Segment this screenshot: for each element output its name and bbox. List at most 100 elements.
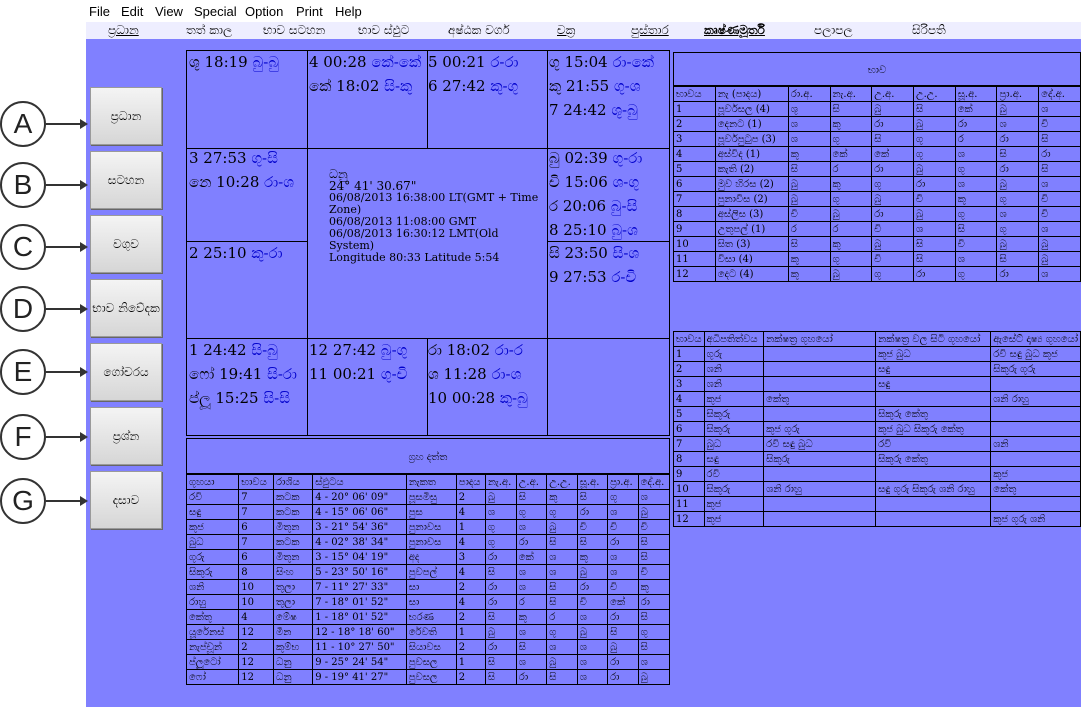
chart-house-1: 4 00:28 කේ-කේ කේ 18:02 සි-කු	[309, 50, 421, 98]
menu-file[interactable]: File	[89, 4, 110, 19]
menu-edit[interactable]: Edit	[121, 4, 143, 19]
table-cell: බුධ	[703, 436, 765, 452]
table-cell: 1	[673, 346, 705, 362]
table-cell: කේතු	[185, 609, 240, 625]
table-cell: 4 - 20° 06' 09"	[312, 489, 407, 505]
table-cell: 2	[673, 361, 705, 377]
callout-a-arrow	[46, 119, 88, 129]
tab-chakra[interactable]: චක්‍ර	[557, 23, 575, 38]
table-cell: රා	[996, 266, 1040, 282]
menu-special[interactable]: Special	[194, 4, 237, 19]
planet-position: ශ 11:28	[428, 365, 492, 383]
table-cell: 1	[455, 624, 486, 640]
table-cell: ර	[787, 221, 831, 237]
table-cell: කුජ	[703, 391, 765, 407]
tab-ashtaka[interactable]: අෂ්ඨක වර්ග	[448, 23, 510, 38]
chart-entry: 8 25:10 බු-ශ	[549, 218, 642, 242]
table-button[interactable]: වගුව	[90, 215, 162, 273]
tab-siripathi[interactable]: සිරිපති	[912, 23, 946, 38]
sub-lord: ගු-සි	[251, 149, 278, 167]
table-cell: පූර්වසල (4)	[714, 101, 789, 117]
table-row: 6 මුව හිරස (2) බු කු ගු රා ශ බු ශ	[673, 176, 1081, 192]
sub-lord: සි-සි	[263, 389, 291, 407]
planet-position: සි 23:50	[549, 244, 613, 262]
main-button[interactable]: ප්‍රධාන	[90, 87, 162, 145]
table-row: සඳු 7 කටක 4 - 15° 06' 06" පුස 4 ශ ගු ගු රා ශ බු	[185, 504, 671, 520]
menu-help[interactable]: Help	[335, 4, 362, 19]
table-cell: දෙනට (1)	[714, 116, 789, 132]
chart-entry: 7 24:42 ශු-බු	[549, 98, 654, 122]
table-cell: සි	[787, 161, 831, 177]
table-row: රවි 7 කටක 4 - 20° 06' 09" පූසමිසු 2 බු සි කු සි ගු…	[185, 489, 671, 505]
callout-f-arrow	[46, 432, 88, 442]
transit-button[interactable]: ගෝචරය	[90, 343, 162, 401]
table-cell: 7	[673, 436, 705, 452]
chart-entry: 4 00:28 කේ-කේ	[309, 50, 421, 74]
planet-position: 7 24:42	[549, 101, 612, 119]
bhava-table-title: භාව	[867, 65, 887, 76]
prashna-button[interactable]: ප්‍රශ්න	[90, 407, 162, 465]
table-cell: රා	[1038, 146, 1081, 162]
tab-tatkala[interactable]: තත් කාල	[186, 23, 232, 38]
tab-pustara[interactable]: පුස්තාර	[631, 23, 669, 38]
table-cell: රා	[576, 504, 609, 520]
sub-lord: රා-ර	[494, 341, 523, 359]
occupant-table: භාවය අධිපතිත්වය නක්ෂත්‍ර ගුහයෝ නක්ෂත්‍ර වල …	[673, 331, 1081, 527]
table-header-row: භාවය නැ (පාදය) රා.අ. නැ.අ. උ.අ. උ.උ. සූ.අ. ප්‍ර…	[673, 86, 1081, 102]
table-cell: බු	[637, 669, 671, 685]
chart-button[interactable]: සටහන	[90, 151, 162, 209]
dasa-button[interactable]: දසාව	[90, 471, 162, 529]
table-cell: ප්‍රා.අ.	[607, 474, 639, 490]
table-cell: ශනි	[185, 579, 240, 595]
table-cell: ශ	[484, 504, 517, 520]
table-row: 10 සිකුරු ශනි රාහු සඳු ගුරු සිකුරු ශනි රාහු…	[673, 481, 1081, 497]
menu-print[interactable]: Print	[296, 4, 323, 19]
bhava-report-button[interactable]: භාව නිවේදක	[90, 279, 162, 337]
menu-bar: File Edit View Special Option Print Help	[0, 0, 1081, 22]
menu-option[interactable]: Option	[245, 4, 283, 19]
table-cell: ගු	[546, 624, 578, 640]
bhava-table: භාවය නැ (පාදය) රා.අ. නැ.අ. උ.අ. උ.උ. සූ.අ. ප්‍ර…	[673, 86, 1081, 282]
table-cell	[990, 496, 1081, 512]
table-cell: බු	[871, 236, 914, 252]
table-cell: සි	[515, 489, 548, 505]
table-cell: 2	[238, 639, 275, 655]
callout-b-arrow	[46, 180, 88, 190]
table-cell: රවි සඳු බුධ කුජ	[990, 346, 1081, 362]
table-cell: 3 - 15° 04' 19"	[312, 549, 407, 565]
table-cell: 10	[673, 481, 705, 497]
table-cell: 6	[238, 549, 275, 565]
planet-position: 8 25:10	[549, 221, 612, 239]
menu-view[interactable]: View	[155, 4, 183, 19]
table-row: බුධ 7 කටක 4 - 02° 38' 34" පුනාවස 4 ගු රා සි සි රා ස…	[185, 534, 671, 550]
table-cell: ශ	[576, 639, 609, 655]
chart-house-9: 1 24:42 සි-බු ෆෝ 19:41 සි-රා ප්ලූ 15:25 සි…	[189, 338, 297, 410]
table-cell: 2	[455, 609, 486, 625]
table-cell: ශනි	[703, 376, 765, 392]
table-row: ෆෝ 12 ධනු 9 - 19° 41' 27" පුවසල 2 සි රා සි ශ රා බු	[185, 669, 671, 685]
table-cell: පූර්වපුටුප (3)	[714, 131, 789, 147]
table-cell	[763, 376, 877, 392]
tab-krishnamurthi[interactable]: කෘෂ්ණමූර්ති	[704, 23, 765, 38]
table-cell: ගු	[637, 624, 671, 640]
tab-main[interactable]: ප්‍රධාන	[108, 23, 139, 38]
table-cell: බු	[871, 101, 914, 117]
table-cell: බු	[637, 504, 671, 520]
table-cell: ගු	[484, 519, 517, 535]
table-cell: ශ	[607, 504, 639, 520]
tab-bhava-sputa[interactable]: භාව ස්ඵුට	[358, 23, 409, 38]
table-cell: ශ	[1038, 221, 1081, 237]
sub-lord: සි-රා	[267, 365, 297, 383]
sub-lord: කේ-කේ	[371, 53, 422, 71]
planet-position: කේ 18:02	[309, 77, 385, 95]
table-row: 8 අස්ලිස (3) චි බු රා බු ගු ශ චි	[673, 206, 1081, 222]
tab-palapala[interactable]: පලාපල	[814, 23, 853, 38]
table-cell: 7	[673, 191, 716, 207]
chart-house-12: ශු 18:19 බු-බු	[189, 50, 279, 74]
table-cell: සි	[912, 236, 956, 252]
chart-entry: 5 00:21 ර-රා	[428, 50, 518, 74]
table-cell: භාවය	[673, 86, 716, 102]
table-cell: කුම්භ	[273, 639, 314, 655]
tab-bhava-chart[interactable]: භාව සටහන	[263, 23, 325, 38]
table-cell: සි	[996, 146, 1040, 162]
